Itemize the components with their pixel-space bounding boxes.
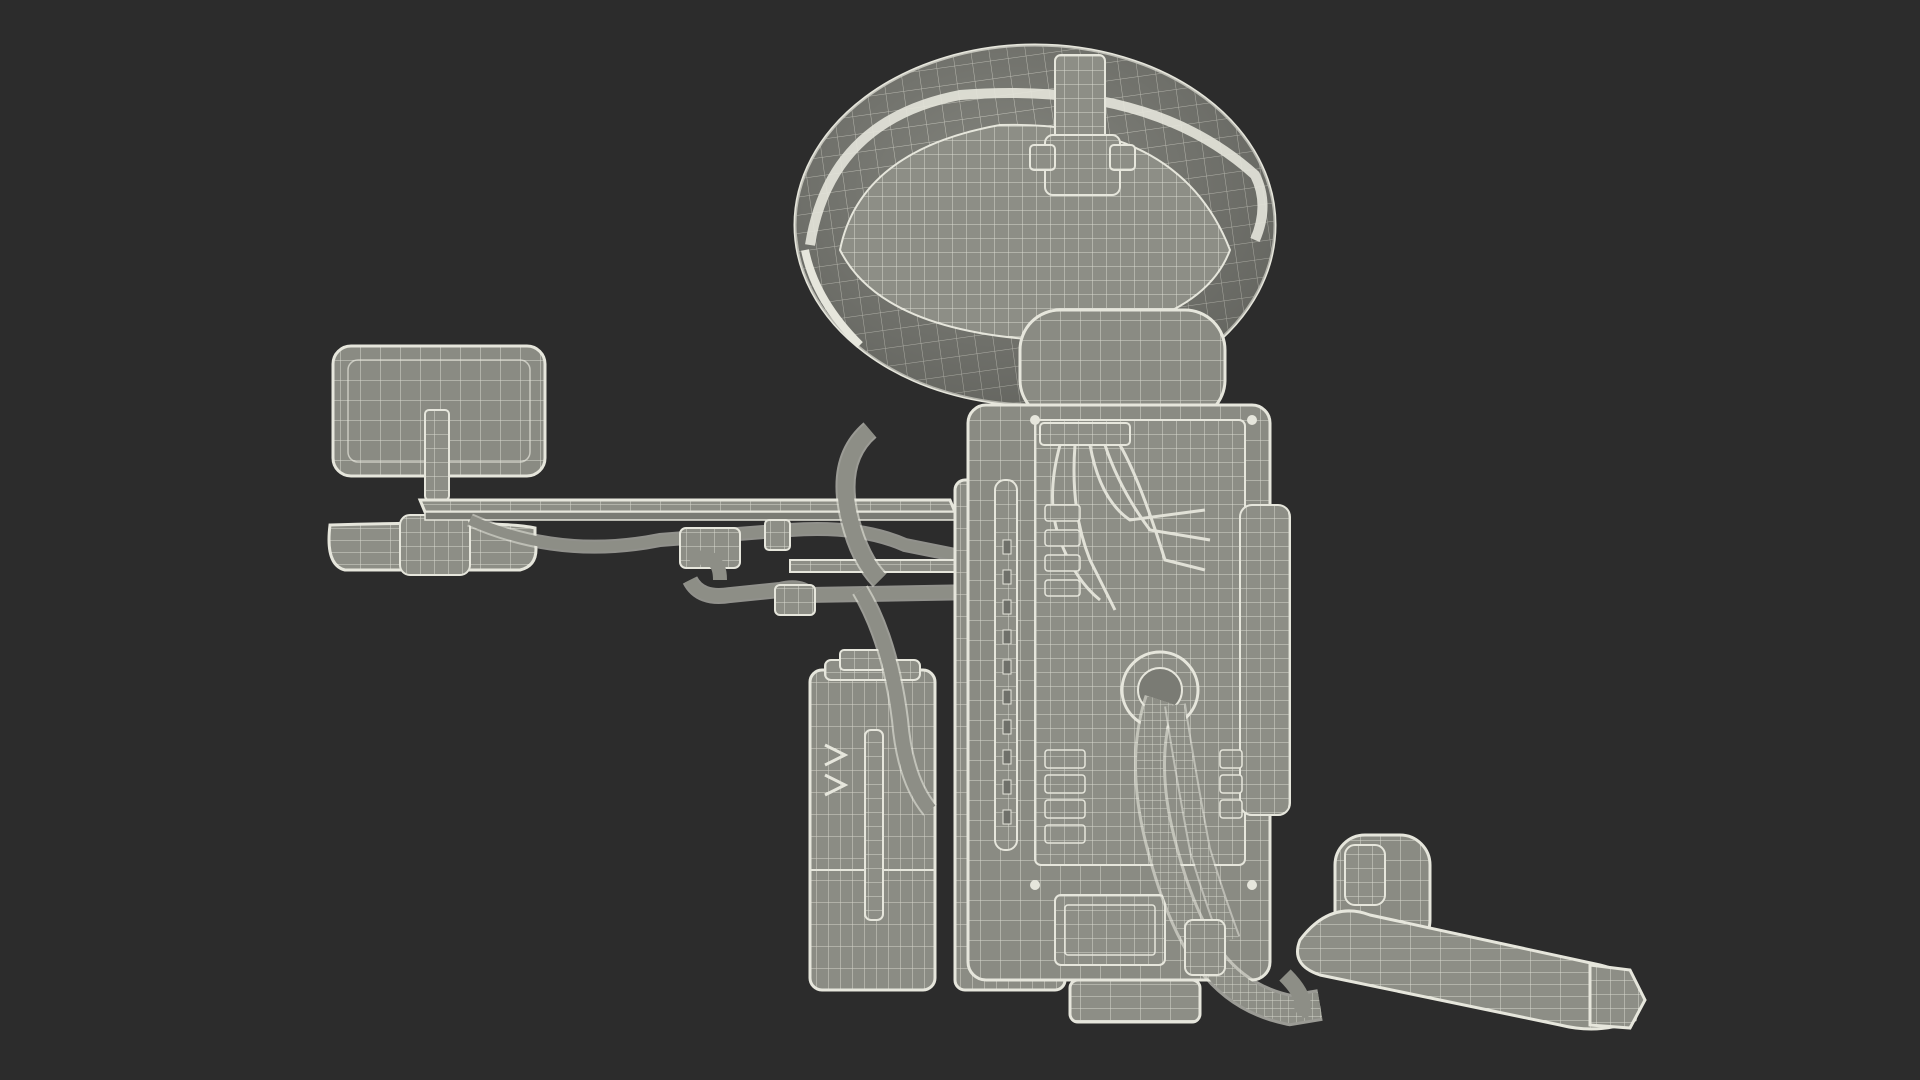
backpack-body (953, 403, 1291, 1024)
display-monitor (331, 344, 547, 501)
grip-handle (327, 514, 538, 576)
gas-canister (808, 649, 937, 992)
wireframe-model (327, 43, 1647, 1031)
spray-lance (1279, 833, 1647, 1031)
render-viewport (0, 0, 1920, 1080)
